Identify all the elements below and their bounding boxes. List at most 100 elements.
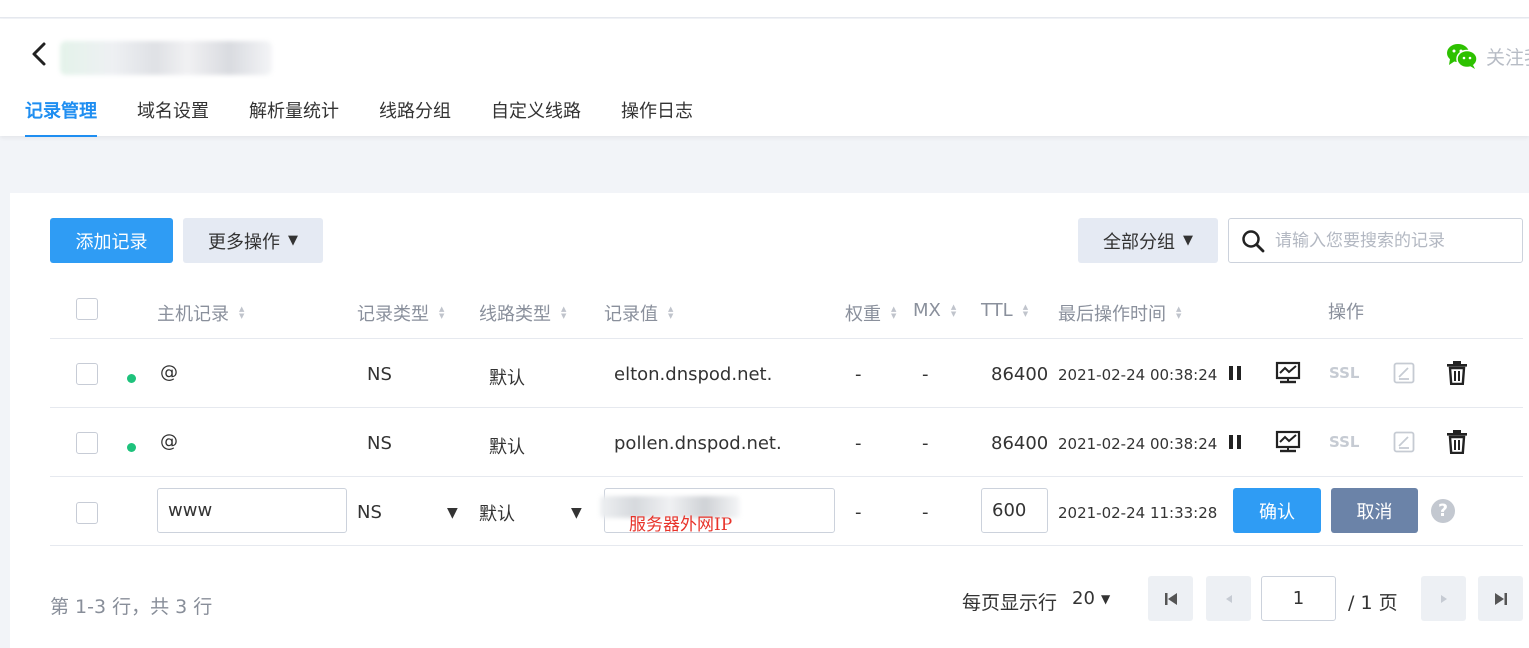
col-weight-header[interactable]: 权重 ▲ ▼ <box>845 300 896 326</box>
col-value-header[interactable]: 记录值 ▲ ▼ <box>604 300 673 326</box>
row-mx: - <box>922 433 929 454</box>
line-select[interactable]: 默认 ▼ <box>479 490 589 535</box>
confirm-label: 确认 <box>1259 501 1295 523</box>
prev-page-button[interactable] <box>1206 576 1251 621</box>
col-type-label: 记录类型 <box>357 304 429 325</box>
caret-down-icon: ▼ <box>288 233 298 248</box>
sort-icon: ▲ ▼ <box>239 305 245 320</box>
ssl-icon[interactable]: SSL <box>1329 433 1360 451</box>
col-type-header[interactable]: 记录类型 ▲ ▼ <box>357 300 444 326</box>
row-updated: 2021-02-24 11:33:28 <box>1058 504 1218 522</box>
add-record-label: 添加记录 <box>75 231 148 253</box>
row-line: 默认 <box>489 437 525 458</box>
tab-domain-settings[interactable]: 域名设置 <box>137 97 209 137</box>
page-size-value: 20 <box>1072 588 1095 609</box>
sort-icon: ▲ ▼ <box>1022 302 1029 318</box>
value-annotation: 服务器外网IP <box>629 515 733 535</box>
tab-line-groups[interactable]: 线路分组 <box>379 97 451 137</box>
row-weight: - <box>855 433 862 454</box>
ttl-input[interactable]: 600 <box>981 488 1048 533</box>
pause-icon[interactable] <box>1228 364 1242 382</box>
group-filter-label: 全部分组 <box>1103 231 1175 253</box>
edit-icon[interactable] <box>1393 362 1415 384</box>
status-dot <box>127 374 136 383</box>
last-page-button[interactable] <box>1478 576 1523 621</box>
tab-resolution-stats[interactable]: 解析量统计 <box>249 97 339 137</box>
more-actions-dropdown[interactable]: 更多操作 ▼ <box>183 218 323 263</box>
monitor-icon[interactable] <box>1275 361 1301 385</box>
col-host-label: 主机记录 <box>157 304 229 325</box>
row-updated: 2021-02-24 00:38:24 <box>1058 366 1218 384</box>
row-divider <box>50 545 1523 546</box>
cancel-button[interactable]: 取消 <box>1331 488 1418 533</box>
help-icon[interactable]: ? <box>1431 499 1455 523</box>
host-input[interactable]: www <box>157 488 347 533</box>
sort-icon: ▲ ▼ <box>950 302 957 318</box>
confirm-button[interactable]: 确认 <box>1233 488 1321 533</box>
col-mx-header[interactable]: MX ▲ ▼ <box>913 300 956 321</box>
row-type: NS <box>367 364 392 385</box>
prev-page-icon <box>1225 594 1232 603</box>
row-updated: 2021-02-24 00:38:24 <box>1058 435 1218 453</box>
row-checkbox[interactable] <box>76 502 98 524</box>
row-checkbox[interactable] <box>76 363 98 385</box>
status-dot <box>127 443 136 452</box>
tab-operation-log[interactable]: 操作日志 <box>621 97 693 137</box>
page-size-select[interactable]: 20 ▼ <box>1072 576 1117 621</box>
col-value-label: 记录值 <box>604 304 658 325</box>
total-pages: / 1 页 <box>1348 592 1398 614</box>
first-page-button[interactable] <box>1148 576 1193 621</box>
wechat-follow[interactable]: 关注我 <box>1446 41 1529 71</box>
select-all-checkbox[interactable] <box>76 298 98 320</box>
row-host: @ <box>160 431 178 452</box>
caret-down-icon: ▼ <box>571 504 582 521</box>
col-actions-header: 操作 <box>1328 298 1364 324</box>
ssl-icon[interactable]: SSL <box>1329 364 1360 382</box>
sort-icon: ▲ ▼ <box>668 305 674 320</box>
row-divider <box>50 476 1523 477</box>
last-page-icon <box>1494 592 1507 605</box>
col-mx-label: MX <box>913 300 941 321</box>
col-line-header[interactable]: 线路类型 ▲ ▼ <box>479 300 566 326</box>
wechat-icon <box>1447 44 1478 69</box>
domain-name-redacted <box>60 41 272 75</box>
row-checkbox[interactable] <box>76 432 98 454</box>
first-page-icon <box>1164 592 1177 605</box>
trash-icon[interactable] <box>1446 430 1468 454</box>
caret-down-icon: ▼ <box>1101 591 1111 606</box>
row-mx: - <box>922 364 929 385</box>
edit-icon[interactable] <box>1393 431 1415 453</box>
page-size-label: 每页显示行 <box>962 592 1058 614</box>
search-input[interactable] <box>1275 230 1515 251</box>
search-icon <box>1242 229 1265 252</box>
next-page-icon <box>1440 594 1447 603</box>
page-number-input[interactable]: 1 <box>1261 576 1336 621</box>
tab-bar: 记录管理 域名设置 解析量统计 线路分组 自定义线路 操作日志 <box>25 97 733 137</box>
next-page-button[interactable] <box>1421 576 1466 621</box>
col-ttl-label: TTL <box>981 300 1013 321</box>
type-select[interactable]: NS ▼ <box>357 490 467 535</box>
row-host: @ <box>160 362 178 383</box>
sort-icon: ▲ ▼ <box>439 305 445 320</box>
row-value: elton.dnspod.net. <box>614 364 773 385</box>
sort-icon: ▲ ▼ <box>891 305 897 320</box>
add-record-button[interactable]: 添加记录 <box>50 218 173 263</box>
more-actions-label: 更多操作 <box>208 231 280 253</box>
sort-icon: ▲ ▼ <box>1176 305 1182 320</box>
row-summary: 第 1-3 行，共 3 行 <box>50 596 213 618</box>
search-box <box>1228 218 1523 263</box>
back-arrow-icon[interactable] <box>28 41 52 67</box>
group-filter-dropdown[interactable]: 全部分组 ▼ <box>1078 218 1218 263</box>
row-mx: - <box>922 502 929 523</box>
row-ttl: 86400 <box>991 433 1049 454</box>
row-line: 默认 <box>489 368 525 389</box>
line-select-value: 默认 <box>479 503 515 525</box>
monitor-icon[interactable] <box>1275 430 1301 454</box>
tab-records[interactable]: 记录管理 <box>25 97 97 137</box>
col-ttl-header[interactable]: TTL ▲ ▼ <box>981 300 1028 321</box>
col-host-header[interactable]: 主机记录 ▲ ▼ <box>157 300 244 326</box>
trash-icon[interactable] <box>1446 361 1468 385</box>
col-updated-header[interactable]: 最后操作时间 ▲ ▼ <box>1058 300 1181 326</box>
pause-icon[interactable] <box>1228 433 1242 451</box>
tab-custom-lines[interactable]: 自定义线路 <box>491 97 581 137</box>
